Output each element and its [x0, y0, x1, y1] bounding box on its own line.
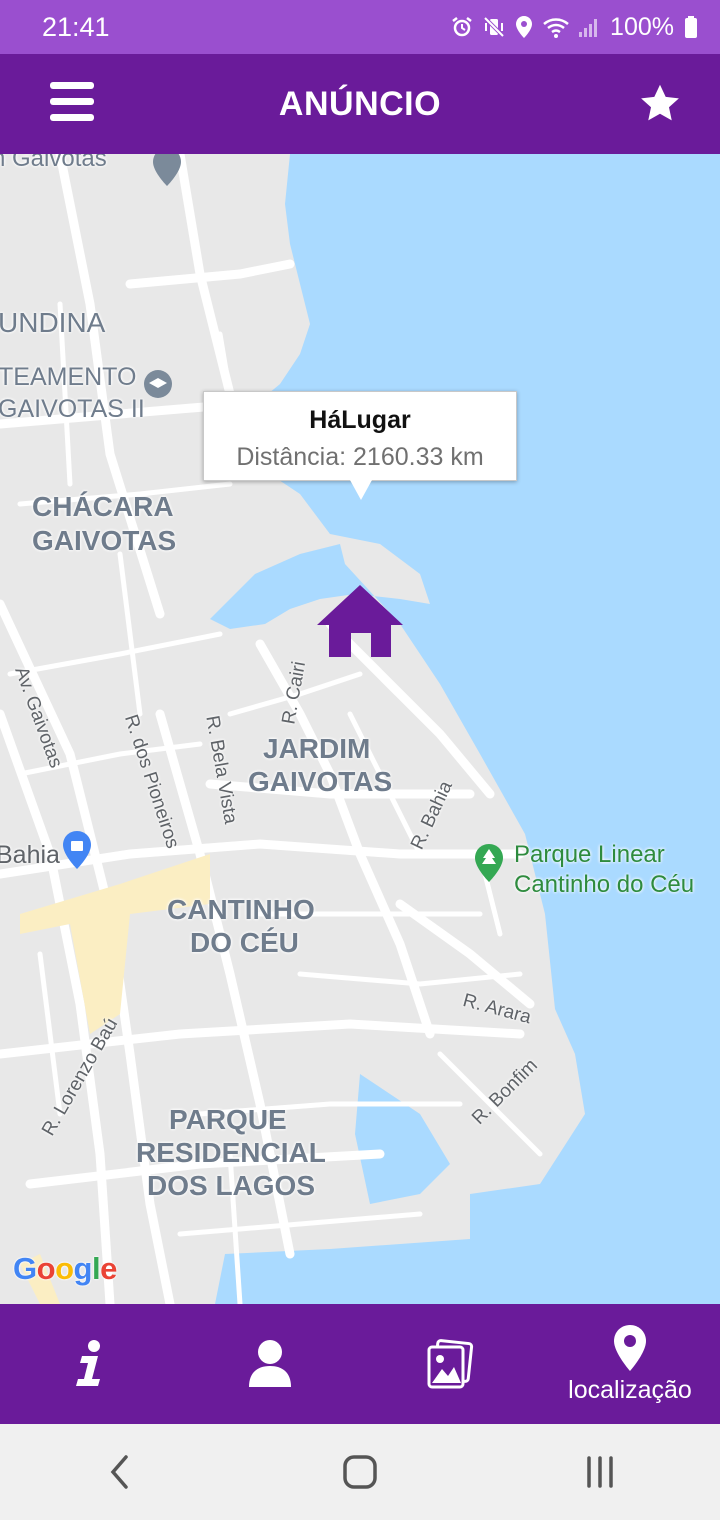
home-square-icon: [343, 1455, 377, 1489]
vibrate-off-icon: [483, 16, 505, 38]
location-status-icon: [516, 16, 533, 38]
info-window-title: HáLugar: [309, 406, 411, 434]
area-label: CANTINHO: [167, 894, 315, 925]
area-label: UNDINA: [0, 307, 106, 338]
recents-lines-icon: [587, 1456, 613, 1488]
back-chevron-icon: [110, 1455, 128, 1489]
nav-item-info[interactable]: [0, 1304, 180, 1424]
nav-item-photos[interactable]: [360, 1304, 540, 1424]
bottom-navigation: localização: [0, 1304, 720, 1424]
nav-item-location[interactable]: localização: [540, 1304, 720, 1424]
battery-icon: [685, 16, 697, 38]
area-label: JARDIM: [263, 733, 371, 764]
status-icons: [450, 15, 600, 39]
person-icon: [249, 1340, 291, 1387]
back-button[interactable]: [90, 1442, 150, 1502]
map-canvas: [0, 154, 720, 1304]
area-label: DO CÉU: [190, 927, 299, 958]
school-pin-icon: [144, 370, 172, 398]
info-window-distance: Distância: 2160.33 km: [236, 443, 484, 471]
photos-icon: [427, 1339, 474, 1389]
area-label: GAIVOTAS II: [0, 395, 145, 423]
page-title: ANÚNCIO: [278, 84, 442, 123]
battery-percent: 100%: [610, 12, 674, 41]
menu-bar: [50, 98, 94, 105]
location-pin-icon: [614, 1324, 646, 1371]
area-label: PARQUE: [169, 1104, 287, 1135]
area-label: TEAMENTO: [0, 363, 137, 391]
park-label-line2: Cantinho do Céu: [514, 871, 695, 898]
favorite-star-icon[interactable]: [638, 82, 682, 126]
park-label-line1: Parque Linear: [514, 841, 665, 868]
app-bar: ANÚNCIO: [0, 54, 720, 154]
menu-button[interactable]: [50, 82, 94, 126]
map-view[interactable]: im Gaivotas UNDINA TEAMENTO GAIVOTAS II …: [0, 154, 720, 1304]
area-label: im Gaivotas: [0, 154, 107, 172]
home-button[interactable]: [330, 1442, 390, 1502]
status-bar: 21:41 100%: [0, 0, 720, 54]
alarm-icon: [452, 17, 472, 37]
wifi-icon: [543, 18, 569, 38]
signal-icon: [579, 19, 598, 37]
area-label: GAIVOTAS: [32, 525, 177, 556]
google-logo: Google: [13, 1251, 117, 1286]
system-navigation-bar: [0, 1424, 720, 1520]
area-label: GAIVOTAS: [248, 766, 393, 797]
marker-info-window[interactable]: HáLugar Distância: 2160.33 km: [203, 391, 517, 500]
area-label: CHÁCARA: [32, 491, 174, 522]
info-icon: [76, 1340, 100, 1386]
area-label: DOS LAGOS: [147, 1170, 316, 1201]
status-time: 21:41: [42, 11, 110, 42]
area-label: RESIDENCIAL: [136, 1137, 326, 1168]
menu-bar: [50, 114, 94, 121]
poi-label-bahia: Bahia: [0, 841, 60, 869]
nav-item-profile[interactable]: [180, 1304, 360, 1424]
nav-label-location: localização: [568, 1375, 692, 1404]
menu-bar: [50, 82, 94, 89]
park-label[interactable]: Parque Linear Cantinho do Céu: [514, 840, 694, 900]
recents-button[interactable]: [570, 1442, 630, 1502]
status-right: 100%: [450, 13, 698, 42]
